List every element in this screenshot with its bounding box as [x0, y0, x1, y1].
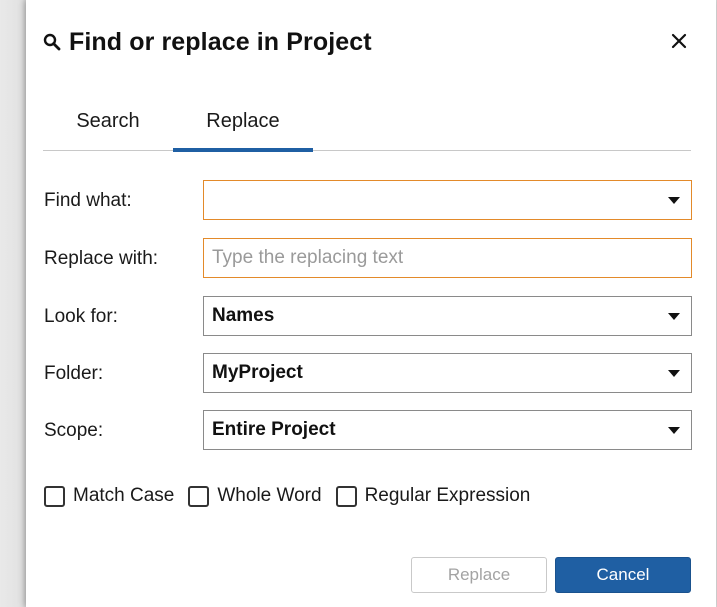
dialog-title-bar: Find or replace in Project — [43, 22, 372, 62]
look-for-row: Look for: Names — [44, 296, 692, 338]
replace-with-input[interactable]: Type the replacing text — [203, 238, 692, 278]
scope-label: Scope: — [44, 420, 104, 441]
find-replace-dialog: Find or replace in Project Search Replac… — [26, 0, 716, 607]
look-for-select[interactable]: Names — [203, 296, 692, 336]
chevron-down-icon[interactable] — [668, 427, 680, 434]
cancel-button[interactable]: Cancel — [555, 557, 691, 593]
find-what-row: Find what: — [44, 180, 692, 222]
tab-replace[interactable]: Replace — [173, 92, 313, 150]
chevron-down-icon[interactable] — [668, 370, 680, 377]
replace-button[interactable]: Replace — [411, 557, 547, 593]
tab-bar: Search Replace — [43, 92, 691, 152]
whole-word-checkbox[interactable]: Whole Word — [188, 485, 322, 507]
find-what-label: Find what: — [44, 190, 132, 211]
tab-search[interactable]: Search — [43, 92, 173, 150]
folder-label: Folder: — [44, 363, 104, 384]
regular-expression-checkbox[interactable]: Regular Expression — [335, 485, 531, 507]
folder-row: Folder: MyProject — [44, 353, 692, 395]
replace-with-row: Replace with: Type the replacing text — [44, 238, 692, 280]
dialog-title: Find or replace in Project — [69, 27, 372, 56]
find-what-combobox[interactable] — [203, 180, 692, 220]
match-case-checkbox[interactable]: Match Case — [44, 485, 174, 507]
checkbox-box[interactable] — [44, 485, 65, 507]
search-icon — [43, 33, 61, 51]
checkbox-box[interactable] — [335, 485, 357, 507]
active-tab-indicator — [173, 148, 313, 152]
search-options: Match Case Whole Word Regular Expression — [44, 480, 544, 512]
scope-row: Scope: Entire Project — [44, 410, 692, 452]
match-case-label: Match Case — [73, 485, 175, 506]
close-button[interactable] — [664, 28, 694, 58]
chevron-down-icon[interactable] — [668, 313, 680, 320]
replace-with-placeholder: Type the replacing text — [212, 247, 404, 268]
replace-with-label: Replace with: — [44, 248, 159, 269]
look-for-label: Look for: — [44, 306, 118, 327]
folder-value: MyProject — [212, 362, 303, 383]
checkbox-box[interactable] — [188, 485, 210, 507]
regular-expression-label: Regular Expression — [364, 485, 531, 506]
chevron-down-icon[interactable] — [668, 197, 680, 204]
look-for-value: Names — [212, 305, 275, 326]
scope-select[interactable]: Entire Project — [203, 410, 692, 450]
scope-value: Entire Project — [212, 419, 336, 440]
folder-select[interactable]: MyProject — [203, 353, 692, 393]
close-icon — [671, 33, 687, 54]
whole-word-label: Whole Word — [217, 485, 322, 506]
